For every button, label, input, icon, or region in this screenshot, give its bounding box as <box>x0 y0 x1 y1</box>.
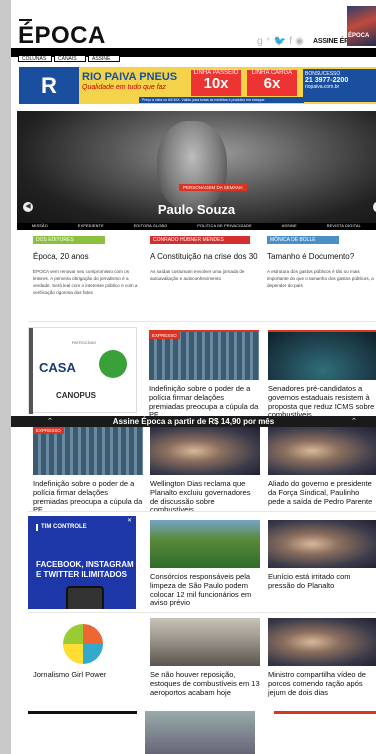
link-missao[interactable]: MISSÃO <box>32 223 48 230</box>
collapse-left-icon[interactable]: ⌃ <box>47 416 53 427</box>
news-image[interactable]: EXPRESSO <box>33 427 143 475</box>
news-card[interactable]: EXPRESSO Indefinição sobre o poder de a … <box>33 427 143 515</box>
footer-links-bar: MISSÃO EXPEDIENTE EDITORA GLOBO POLÍTICA… <box>17 223 376 230</box>
divider <box>28 321 376 322</box>
ad-logo: R <box>19 67 79 104</box>
news-image[interactable] <box>268 618 376 666</box>
ad-fine-print: Preço à vista no 6X/10X. Válido para tod… <box>139 97 304 103</box>
subscribe-bar-text[interactable]: Assine Época a partir de R$ 14,90 por mê… <box>113 417 274 426</box>
news-image[interactable] <box>33 618 143 666</box>
nav-tab-assine[interactable]: ASSINE <box>88 55 120 62</box>
news-card[interactable]: Wellington Dias reclama que Planalto exc… <box>150 427 260 515</box>
news-headline[interactable]: Eunício está irritado com pressão do Pla… <box>268 572 376 591</box>
nav-tab-colunas[interactable]: COLUNAS <box>18 55 52 62</box>
news-headline[interactable]: Jornalismo Girl Power <box>33 670 143 680</box>
news-image[interactable] <box>150 618 260 666</box>
news-card[interactable]: Consórcios responsáveis pela limpeza de … <box>150 520 260 608</box>
news-image[interactable] <box>268 520 376 568</box>
news-image[interactable] <box>150 427 260 475</box>
news-card[interactable]: Eunício está irritado com pressão do Pla… <box>268 520 376 591</box>
news-headline[interactable]: Consórcios responsáveis pela limpeza de … <box>150 572 260 608</box>
news-image[interactable] <box>268 427 376 475</box>
divider <box>28 612 376 613</box>
tim-ad[interactable]: ✕ TIM CONTROLE FACEBOOK, INSTAGRAM E TWI… <box>28 516 136 609</box>
section-rule <box>28 711 137 714</box>
social-links: g⁺🐦f◉ <box>257 36 307 47</box>
news-headline[interactable]: Senadores pré-candidatos a governos esta… <box>268 384 376 420</box>
magazine-cover-thumbnail[interactable]: ÉPOCA <box>347 6 376 46</box>
news-card[interactable]: Se não houver reposição, estoques de com… <box>150 618 260 697</box>
news-card[interactable]: Aliado do governo e presidente da Força … <box>268 427 376 506</box>
column-title[interactable]: A Constituição na crise dos 30 <box>150 252 260 262</box>
column-summary: ÉPOCA vem renovar seu compromisso com os… <box>33 269 138 295</box>
page: ÉPOCA g⁺🐦f◉ ASSINE ÉPOCA ÉPOCA COLUNAS C… <box>11 0 376 754</box>
news-card[interactable]: EXPRESSO Indefinição sobre o poder de a … <box>149 330 259 420</box>
news-headline[interactable]: Ministro compartilha vídeo de porcos com… <box>268 670 376 697</box>
pao-de-acucar-logo <box>99 350 127 378</box>
news-tag: EXPRESSO <box>33 427 64 434</box>
column-summary: As saídas costumam envolver uma jornada … <box>150 269 245 281</box>
twitter-icon[interactable]: 🐦 <box>274 36 289 47</box>
link-revista-digital[interactable]: REVISTA DIGITAL <box>327 223 361 230</box>
ad-offer-carga: LINHA CARGA 6x <box>247 70 297 96</box>
link-expediente[interactable]: EXPEDIENTE <box>78 223 104 230</box>
ad-offer-passeio: LINHA PASSEIO 10x <box>191 70 241 96</box>
news-card[interactable]: Ministro compartilha vídeo de porcos com… <box>268 618 376 697</box>
column-card[interactable]: CONRADO HÜBNER MENDES A Constituição na … <box>150 236 260 282</box>
news-image[interactable] <box>268 332 376 380</box>
subscribe-sticky-bar[interactable]: ⌃ Assine Época a partir de R$ 14,90 por … <box>11 416 376 427</box>
hero-headline[interactable]: Paulo Souza <box>17 202 376 217</box>
column-label[interactable]: CONRADO HÜBNER MENDES <box>150 236 250 244</box>
banner-ad[interactable]: R RIO PAIVA PNEUS Qualidade em tudo que … <box>19 67 376 104</box>
column-title[interactable]: Tamanho é Documento? <box>267 252 376 262</box>
link-assine[interactable]: ASSINE <box>282 223 297 230</box>
illustration <box>63 624 103 664</box>
news-headline[interactable]: Wellington Dias reclama que Planalto exc… <box>150 479 260 515</box>
ad-side-strip <box>29 328 33 414</box>
nav-tab-canais[interactable]: CANAIS <box>54 55 86 62</box>
ad-brand-canopus: CANOPUS <box>56 391 97 400</box>
left-gutter <box>0 0 11 754</box>
news-image[interactable]: EXPRESSO <box>149 332 259 380</box>
divider <box>28 511 376 512</box>
column-card[interactable]: MÔNICA DE BOLLE Tamanho é Documento? A e… <box>267 236 376 289</box>
link-editora-globo[interactable]: EDITORA GLOBO <box>134 223 168 230</box>
sponsor-ad[interactable]: PATROCÍNIO CASA CANOPUS <box>28 327 137 414</box>
news-headline[interactable]: Se não houver reposição, estoques de com… <box>150 670 260 697</box>
ad-brand-casa: CASA <box>39 360 76 375</box>
ad-tagline: Qualidade em tudo que faz <box>82 84 167 91</box>
news-image[interactable] <box>150 520 260 568</box>
ad-brand: RIO PAIVA PNEUS <box>82 71 178 83</box>
news-headline[interactable]: Indefinição sobre o poder de a polícia f… <box>33 479 143 515</box>
column-label[interactable]: MÔNICA DE BOLLE <box>267 236 339 244</box>
column-title[interactable]: Época, 20 anos <box>33 252 143 262</box>
section-rule <box>274 711 376 714</box>
ad-tim-headline: FACEBOOK, INSTAGRAM E TWITTER ILIMITADOS <box>36 560 134 579</box>
carousel-prev-button[interactable]: ◀ <box>23 202 33 212</box>
column-card[interactable]: DOS EDITORES Época, 20 anos ÉPOCA vem re… <box>33 236 143 296</box>
hero-photo <box>157 121 227 211</box>
news-card[interactable]: Senadores pré-candidatos a governos esta… <box>268 330 376 420</box>
news-card[interactable]: Jornalismo Girl Power <box>33 618 143 680</box>
site-logo[interactable]: ÉPOCA <box>18 19 106 50</box>
column-label[interactable]: DOS EDITORES <box>33 236 105 244</box>
hero-kicker: PERSONAGEM DA SEMANA <box>179 184 247 191</box>
nav-tabs: COLUNAS CANAIS ASSINE <box>18 55 120 62</box>
link-politica-privacidade[interactable]: POLÍTICA DE PRIVACIDADE <box>197 223 252 230</box>
phone-image <box>66 586 104 609</box>
news-tag: EXPRESSO <box>149 332 180 339</box>
news-image[interactable] <box>145 711 255 754</box>
google-plus-icon[interactable]: g⁺ <box>257 36 274 47</box>
column-summary: A estrutura dos gastos públicos é tão ou… <box>267 269 374 288</box>
rss-icon[interactable]: ◉ <box>295 36 307 47</box>
hero-carousel[interactable]: PERSONAGEM DA SEMANA Paulo Souza ◀ <box>17 111 376 230</box>
ad-close-icon[interactable]: ✕ <box>127 517 132 524</box>
ad-tim-brand: TIM CONTROLE <box>36 524 87 531</box>
ad-contact: BONSUCESSO 21 3977-2200 riopaiva.com.br <box>303 69 376 102</box>
ad-sponsor-text: PATROCÍNIO <box>71 340 97 345</box>
collapse-right-icon[interactable]: ⌃ <box>351 416 357 427</box>
news-headline[interactable]: Indefinição sobre o poder de a polícia f… <box>149 384 259 420</box>
news-headline[interactable]: Aliado do governo e presidente da Força … <box>268 479 376 506</box>
